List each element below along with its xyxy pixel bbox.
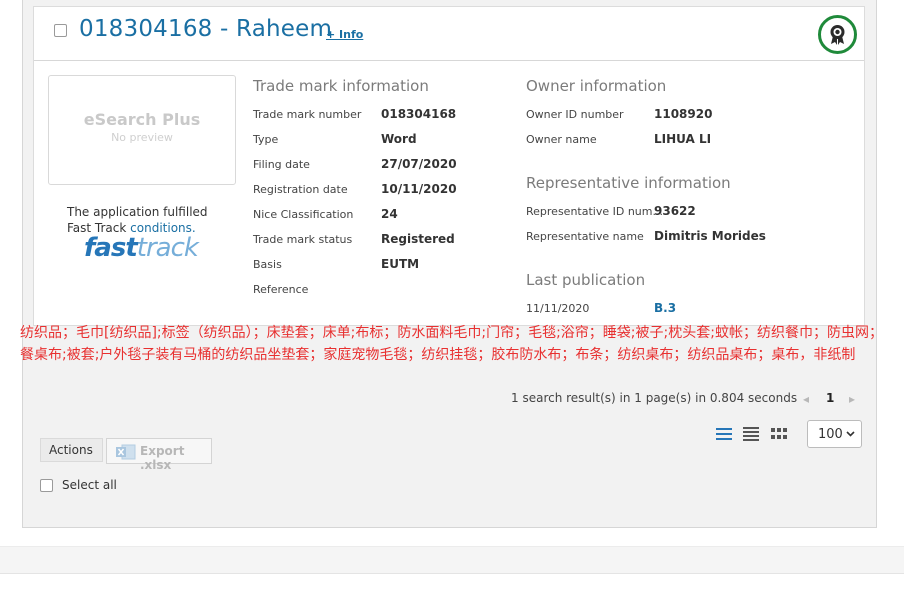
tm-filing-date-value: 27/07/2020 [381, 157, 457, 171]
select-all-checkbox[interactable] [40, 479, 53, 492]
tm-status-label: Trade mark status [253, 233, 353, 246]
fast-track-logo-fast: fast [84, 233, 138, 263]
owner-id-label: Owner ID number [526, 108, 624, 121]
representative-name-label: Representative name [526, 230, 644, 243]
representative-heading: Representative information [526, 174, 731, 192]
preview-subtitle: No preview [111, 131, 173, 144]
info-link[interactable]: + Info [326, 28, 363, 41]
tm-registration-date-label: Registration date [253, 183, 348, 196]
tm-filing-date-label: Filing date [253, 158, 310, 171]
grid-view-icon[interactable] [771, 426, 787, 440]
fast-track-logo-track: track [136, 233, 199, 263]
tm-registration-date-value: 10/11/2020 [381, 182, 457, 196]
select-all-label[interactable]: Select all [62, 478, 117, 492]
export-xlsx-button[interactable]: Export .xlsx [106, 438, 212, 472]
tm-type-value: Word [381, 132, 417, 146]
tm-nice-class-label: Nice Classification [253, 208, 354, 221]
actions-label: Actions [40, 438, 103, 462]
chevron-down-icon [846, 431, 855, 437]
results-per-page-value: 100 [818, 427, 843, 442]
tm-number-label: Trade mark number [253, 108, 362, 121]
page-footer-band [0, 546, 904, 574]
tm-basis-value: EUTM [381, 257, 420, 271]
tm-basis-label: Basis [253, 258, 282, 271]
representative-name-value: Dimitris Morides [654, 229, 766, 243]
owner-heading: Owner information [526, 77, 667, 95]
result-checkbox[interactable] [54, 24, 67, 37]
owner-id-value: 1108920 [654, 107, 713, 121]
prev-page-icon[interactable]: ◂ [803, 392, 809, 406]
tm-status-value: Registered [381, 232, 455, 246]
tm-type-label: Type [253, 133, 279, 146]
representative-id-value: 93622 [654, 204, 696, 218]
fast-track-logo: fasttrack [84, 233, 199, 263]
compact-view-icon[interactable] [743, 426, 759, 441]
result-card: 018304168 - Raheem + Info eSearch Plus N… [33, 6, 865, 326]
fast-track-note: The application fulfilled Fast Track con… [67, 204, 208, 236]
publication-section-link[interactable]: B.3 [654, 301, 676, 315]
excel-icon [116, 444, 136, 460]
current-page-number[interactable]: 1 [826, 391, 834, 405]
certificate-seal-icon [818, 15, 857, 54]
next-page-icon[interactable]: ▸ [849, 392, 855, 406]
results-per-page-select[interactable]: 100 [807, 420, 862, 448]
list-view-icon[interactable] [716, 426, 732, 440]
preview-title: eSearch Plus [83, 110, 201, 129]
trade-mark-title[interactable]: 018304168 - Raheem [79, 16, 332, 42]
representative-id-label: Representative ID num... [526, 205, 663, 218]
fast-track-line1: The application fulfilled [67, 205, 208, 219]
card-header: 018304168 - Raheem + Info [34, 7, 864, 61]
publication-date: 11/11/2020 [526, 302, 590, 315]
publication-heading: Last publication [526, 271, 646, 289]
owner-name-label: Owner name [526, 133, 597, 146]
trade-mark-heading: Trade mark information [253, 77, 429, 95]
tm-reference-label: Reference [253, 283, 309, 296]
owner-name-value: LIHUA LI [654, 132, 712, 146]
tm-nice-class-value: 24 [381, 207, 398, 221]
image-preview: eSearch Plus No preview [48, 75, 236, 185]
goods-and-services-text: 纺织品；毛巾[纺织品];标签（纺织品）；床垫套；床单;布标；防水面料毛巾;门帘；… [20, 325, 883, 363]
results-summary: 1 search result(s) in 1 page(s) in 0.804… [511, 391, 798, 405]
tm-number-value: 018304168 [381, 107, 457, 121]
